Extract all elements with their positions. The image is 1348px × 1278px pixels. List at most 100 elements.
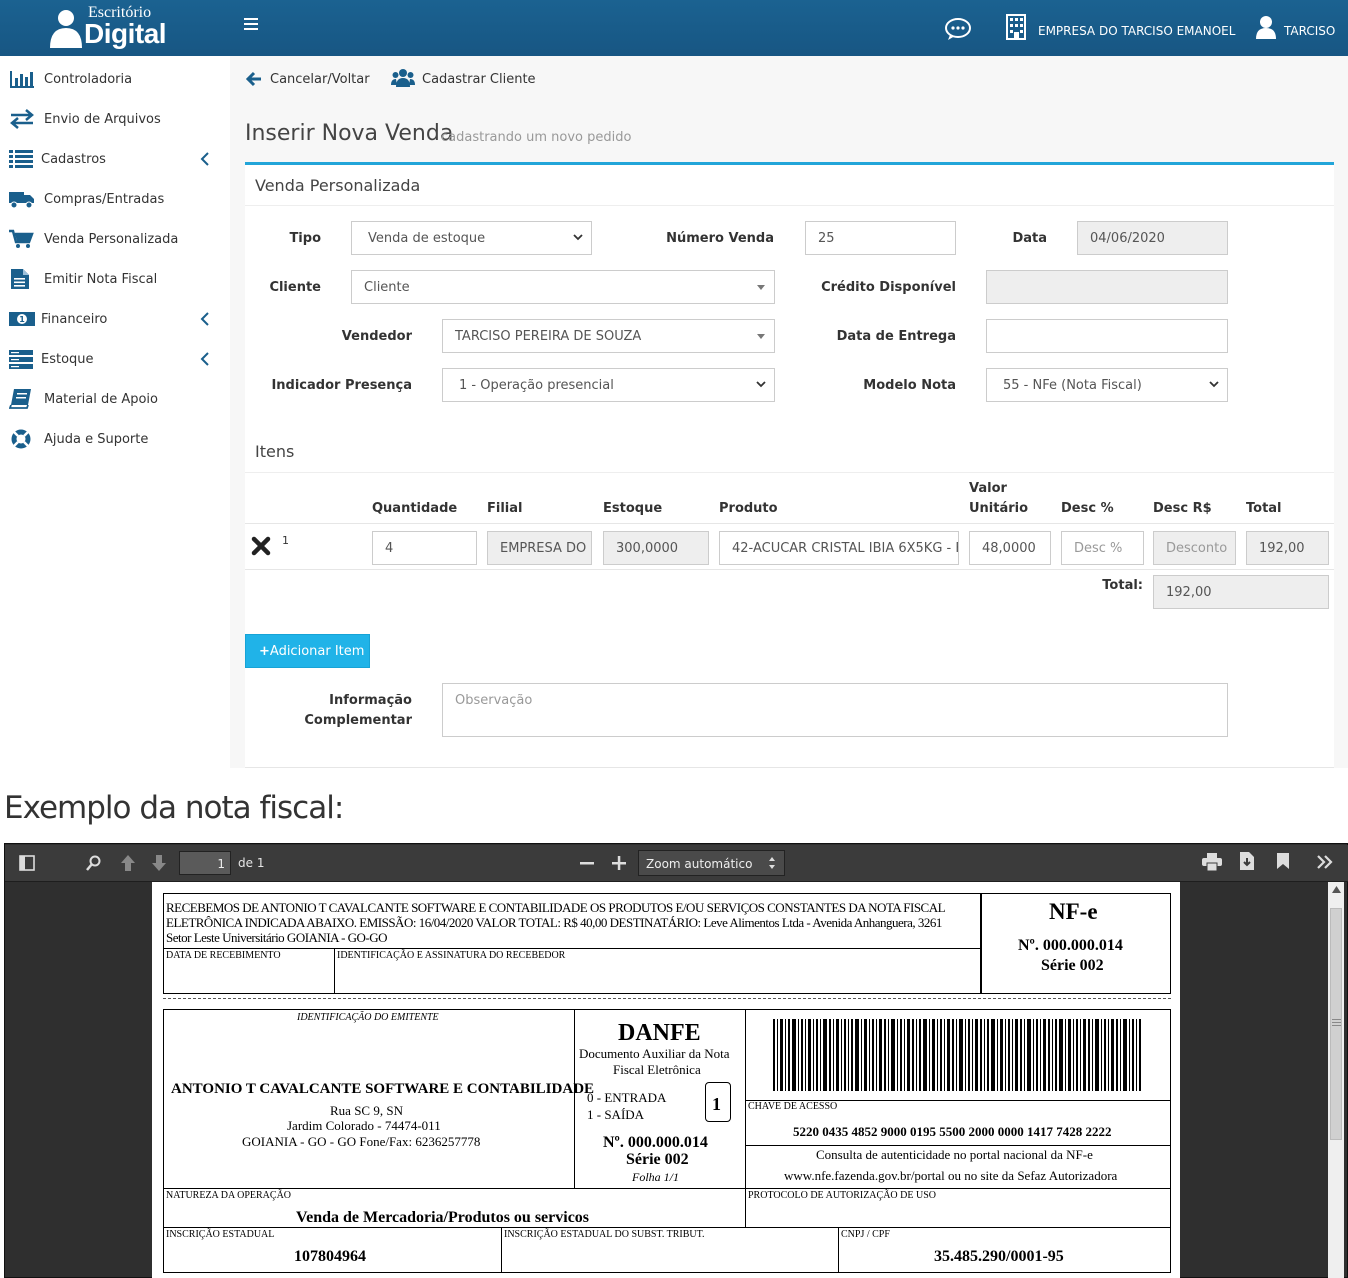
page-subtitle: cadastrando um novo pedido bbox=[441, 130, 632, 145]
svg-text:1: 1 bbox=[19, 315, 25, 324]
sidebar-toggle-icon[interactable] bbox=[19, 855, 35, 871]
sidebar-item-label: Material de Apoio bbox=[44, 392, 158, 407]
zoom-out-icon[interactable] bbox=[580, 856, 594, 870]
table-divider bbox=[245, 569, 1334, 570]
col-desc-rs: Desc R$ bbox=[1153, 501, 1212, 516]
grand-total-input[interactable]: 192,00 bbox=[1153, 575, 1329, 609]
col-valor-2: Unitário bbox=[969, 501, 1029, 516]
scroll-up-icon[interactable] bbox=[1332, 886, 1341, 893]
desc-pct-input[interactable]: Desc % bbox=[1061, 531, 1144, 565]
emitente-box bbox=[163, 1009, 575, 1189]
next-page-icon[interactable] bbox=[150, 853, 168, 873]
arrow-left-icon[interactable] bbox=[246, 70, 262, 88]
sidebar-item-label: Cadastros bbox=[41, 152, 106, 167]
desc-rs-input[interactable]: Desconto bbox=[1153, 531, 1236, 565]
danfe-title: DANFE bbox=[618, 1020, 701, 1046]
credito-input[interactable] bbox=[986, 270, 1228, 304]
bookmark-icon[interactable] bbox=[1277, 853, 1289, 869]
consulta-line-2: www.nfe.fazenda.gov.br/portal ou no site… bbox=[784, 1168, 1118, 1183]
produto-input[interactable]: 42-ACUCAR CRISTAL IBIA 6X5KG - Filial bbox=[719, 531, 959, 565]
grand-total-label: Total: bbox=[1102, 578, 1143, 593]
sidebar-item-controladoria[interactable]: Controladoria bbox=[0, 58, 230, 98]
dropdown-arrow-icon bbox=[757, 285, 765, 290]
money-icon: 1 bbox=[9, 312, 35, 326]
top-bar: Escritório Digital EMPRESA DO TARCISO EM… bbox=[0, 0, 1348, 56]
add-item-button[interactable]: +Adicionar Item bbox=[245, 634, 370, 668]
sidebar-item-financeiro[interactable]: 1 Financeiro bbox=[0, 298, 230, 338]
separator bbox=[0, 768, 1348, 778]
quantidade-input[interactable]: 4 bbox=[372, 531, 477, 565]
natureza-label: NATUREZA DA OPERAÇÃO bbox=[166, 1190, 292, 1201]
credito-label: Crédito Disponível bbox=[821, 280, 956, 295]
total-input[interactable]: 192,00 bbox=[1246, 531, 1329, 565]
filial-input[interactable]: EMPRESA DO bbox=[487, 531, 592, 565]
col-valor-1: Valor bbox=[969, 481, 1007, 496]
company-name[interactable]: EMPRESA DO TARCISO EMANOEL bbox=[1038, 24, 1235, 38]
building-icon bbox=[1006, 14, 1026, 40]
col-filial: Filial bbox=[487, 501, 523, 516]
cut-line bbox=[163, 998, 1171, 999]
cart-icon bbox=[9, 229, 34, 248]
data-value: 04/06/2020 bbox=[1090, 231, 1165, 246]
chat-icon[interactable] bbox=[944, 17, 972, 41]
tipo-select[interactable]: Venda de estoque bbox=[351, 221, 592, 255]
search-icon[interactable] bbox=[86, 855, 102, 871]
observacao-textarea[interactable]: Observação bbox=[442, 683, 1228, 737]
sidebar-item-estoque[interactable]: Estoque bbox=[0, 338, 230, 378]
zoom-in-icon[interactable] bbox=[612, 856, 626, 870]
sidebar-item-label: Emitir Nota Fiscal bbox=[44, 272, 158, 287]
page-number-input[interactable]: 1 bbox=[179, 851, 231, 875]
estoque-input[interactable]: 300,0000 bbox=[603, 531, 709, 565]
cliente-select[interactable]: Cliente bbox=[351, 270, 775, 304]
sidebar-item-label: Financeiro bbox=[41, 312, 108, 327]
truck-icon bbox=[9, 192, 34, 209]
tipo-operacao-value: 1 bbox=[712, 1094, 721, 1114]
danfe-serie: Série 002 bbox=[626, 1151, 689, 1168]
indicador-presenca-select[interactable]: 1 - Operação presencial bbox=[442, 368, 775, 402]
col-desc-pct: Desc % bbox=[1061, 501, 1114, 516]
data-label: Data bbox=[1012, 231, 1047, 246]
col-estoque: Estoque bbox=[603, 501, 663, 516]
col-total: Total bbox=[1246, 501, 1282, 516]
divider bbox=[245, 472, 1334, 473]
numero-venda-input[interactable]: 25 bbox=[805, 221, 956, 255]
zoom-select[interactable]: Zoom automático bbox=[638, 850, 785, 876]
nfe-label: NF-e bbox=[1049, 899, 1098, 924]
download-icon[interactable] bbox=[1240, 852, 1254, 870]
more-tools-icon[interactable] bbox=[1317, 855, 1333, 869]
vendedor-select[interactable]: TARCISO PEREIRA DE SOUZA bbox=[442, 319, 775, 353]
sidebar-item-venda-personalizada[interactable]: Venda Personalizada bbox=[0, 218, 230, 258]
cnpj-value: 35.485.290/0001-95 bbox=[934, 1248, 1064, 1265]
previous-page-icon[interactable] bbox=[119, 853, 137, 873]
sidebar-item-envio-arquivos[interactable]: Envio de Arquivos bbox=[0, 98, 230, 138]
logo-big-text: Digital bbox=[84, 18, 167, 49]
col-produto: Produto bbox=[719, 501, 778, 516]
data-input[interactable]: 04/06/2020 bbox=[1077, 221, 1228, 255]
col-quantidade: Quantidade bbox=[372, 501, 458, 516]
user-name[interactable]: TARCISO bbox=[1284, 24, 1335, 38]
sidebar-item-emitir-nota[interactable]: Emitir Nota Fiscal bbox=[0, 258, 230, 298]
print-icon[interactable] bbox=[1202, 853, 1222, 871]
consulta-line-1: Consulta de autenticidade no portal naci… bbox=[816, 1147, 1093, 1162]
stock-icon bbox=[9, 350, 33, 369]
tipo-value: Venda de estoque bbox=[368, 231, 486, 246]
add-item-label: Adicionar Item bbox=[269, 644, 365, 659]
obs-label-line2: Complementar bbox=[304, 713, 412, 728]
sidebar-item-cadastros[interactable]: Cadastros bbox=[0, 138, 230, 178]
remove-item-icon[interactable] bbox=[251, 536, 271, 556]
sidebar-item-ajuda-suporte[interactable]: Ajuda e Suporte bbox=[0, 418, 230, 458]
app-logo[interactable]: Escritório Digital bbox=[48, 4, 182, 50]
cancel-back-link[interactable]: Cancelar/Voltar bbox=[270, 72, 370, 87]
valor-unitario-input[interactable]: 48,0000 bbox=[969, 531, 1051, 565]
modelo-nota-select[interactable]: 55 - NFe (Nota Fiscal) bbox=[986, 368, 1228, 402]
receipt-text: RECEBEMOS DE ANTONIO T CAVALCANTE SOFTWA… bbox=[166, 900, 946, 945]
users-icon[interactable] bbox=[391, 68, 415, 88]
new-client-link[interactable]: Cadastrar Cliente bbox=[422, 72, 536, 87]
data-entrega-input[interactable] bbox=[986, 319, 1228, 353]
sidebar-item-material-apoio[interactable]: Material de Apoio bbox=[0, 378, 230, 418]
divider bbox=[245, 205, 1334, 206]
sidebar-item-compras[interactable]: Compras/Entradas bbox=[0, 178, 230, 218]
menu-toggle-icon[interactable] bbox=[244, 18, 258, 32]
numero-venda-label: Número Venda bbox=[666, 231, 774, 246]
chevron-left-icon bbox=[200, 152, 209, 166]
